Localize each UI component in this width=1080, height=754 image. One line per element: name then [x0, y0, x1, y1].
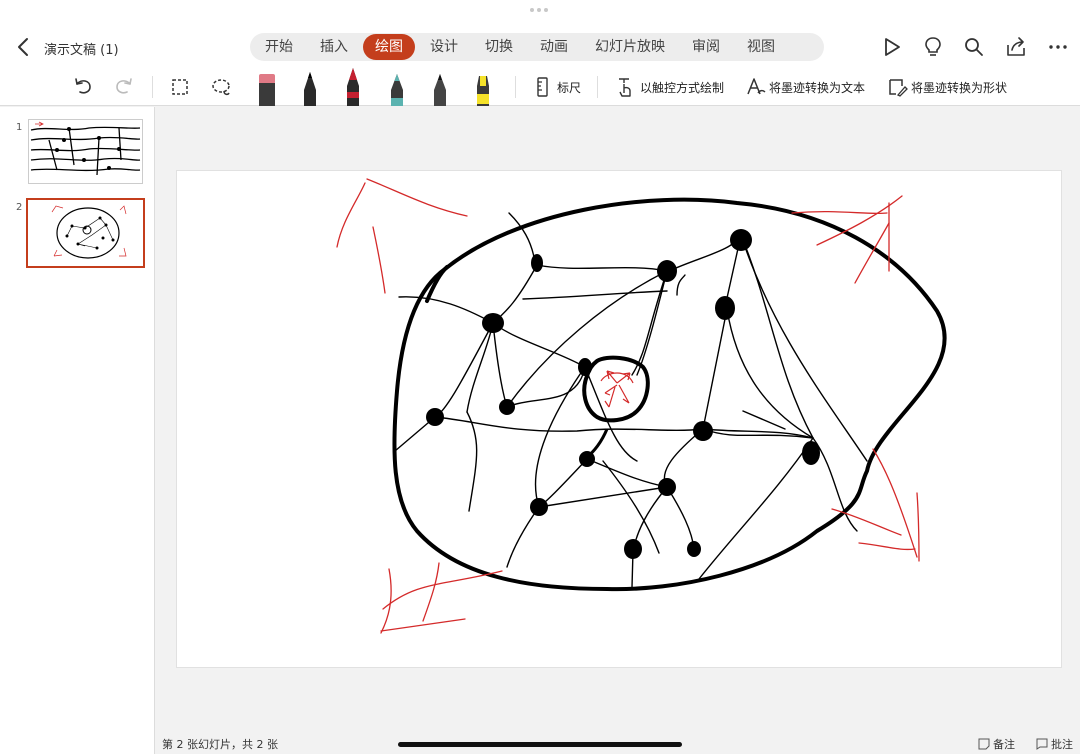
search-icon[interactable]: [963, 36, 985, 58]
network-nodes: [426, 229, 820, 559]
gray-pen-tool[interactable]: [428, 68, 452, 106]
ribbon-tabs: 开始 插入 绘图 设计 切换 动画 幻灯片放映 审阅 视图: [250, 33, 824, 61]
draw-toolbar: 标尺 以触控方式绘制 将墨迹转换为文本 将墨迹转换为形状: [0, 66, 1080, 106]
touch-draw-label[interactable]: 以触控方式绘制: [640, 79, 724, 96]
ink-to-text-label[interactable]: 将墨迹转换为文本: [769, 79, 865, 96]
ink-to-shape-icon[interactable]: [886, 76, 908, 98]
yellow-highlighter-tool[interactable]: [471, 68, 495, 106]
toolbar-divider: [515, 76, 516, 98]
touch-draw-icon[interactable]: [615, 75, 637, 99]
slide-thumbnail-2[interactable]: [26, 198, 145, 268]
slide-thumbnail-1[interactable]: [28, 119, 143, 184]
red-corner-arrows: [336, 178, 920, 634]
center-red-arrows: [600, 370, 634, 408]
tab-design[interactable]: 设计: [418, 34, 470, 60]
more-icon[interactable]: [1047, 36, 1069, 58]
comments-icon: [1036, 738, 1048, 750]
ruler-label[interactable]: 标尺: [557, 79, 581, 96]
tab-review[interactable]: 审阅: [680, 34, 732, 60]
back-chevron-icon[interactable]: [14, 36, 34, 58]
slide-number: 1: [16, 122, 23, 133]
share-icon[interactable]: [1005, 36, 1027, 58]
notes-label: 备注: [993, 738, 1015, 751]
tab-draw[interactable]: 绘图: [363, 34, 415, 60]
ruler-icon[interactable]: [533, 76, 553, 98]
tab-transitions[interactable]: 切换: [473, 34, 525, 60]
tab-insert[interactable]: 插入: [308, 34, 360, 60]
notes-icon: [978, 738, 990, 750]
slide-thumbnail-pane: 1 2: [0, 107, 155, 754]
rectangle-select-icon[interactable]: [169, 76, 191, 98]
tab-view[interactable]: 视图: [735, 34, 787, 60]
eraser-tool[interactable]: [255, 68, 279, 106]
tab-slideshow[interactable]: 幻灯片放映: [583, 34, 677, 60]
comments-button[interactable]: 批注: [1036, 736, 1073, 752]
tab-animations[interactable]: 动画: [528, 34, 580, 60]
ink-to-text-icon[interactable]: [745, 76, 767, 98]
top-bar: 演示文稿 (1) 开始 插入 绘图 设计 切换 动画 幻灯片放映 审阅 视图 标…: [0, 0, 1080, 106]
lightbulb-icon[interactable]: [922, 36, 944, 58]
window-grabber[interactable]: [530, 8, 550, 12]
slide-editor: [156, 107, 1080, 754]
slide-canvas[interactable]: [176, 170, 1062, 668]
tab-home[interactable]: 开始: [253, 34, 305, 60]
document-title[interactable]: 演示文稿 (1): [44, 39, 119, 58]
black-pen-tool[interactable]: [298, 68, 322, 106]
lasso-select-icon[interactable]: [210, 76, 232, 98]
play-icon[interactable]: [881, 36, 903, 58]
undo-icon[interactable]: [72, 75, 94, 97]
slide-number: 2: [16, 202, 23, 213]
toolbar-divider: [152, 76, 153, 98]
teal-pencil-tool[interactable]: [385, 68, 409, 106]
red-pen-tool[interactable]: [341, 66, 365, 106]
home-indicator[interactable]: [398, 742, 682, 747]
slide-counter: 第 2 张幻灯片，共 2 张: [162, 738, 278, 751]
notes-button[interactable]: 备注: [978, 736, 1015, 752]
redo-icon[interactable]: [113, 75, 135, 97]
comments-label: 批注: [1051, 738, 1073, 751]
network-lines: [394, 212, 868, 588]
ink-to-shape-label[interactable]: 将墨迹转换为形状: [911, 79, 1007, 96]
outer-circle-stroke: [392, 197, 947, 592]
toolbar-divider: [597, 76, 598, 98]
